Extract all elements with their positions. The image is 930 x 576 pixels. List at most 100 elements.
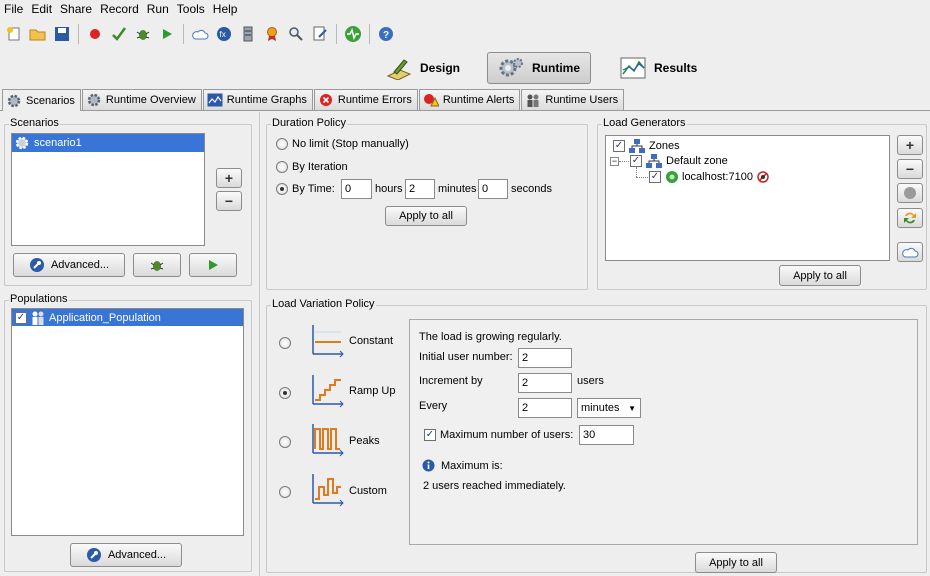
zones-checkbox[interactable]: ✓ [613, 140, 625, 152]
new-icon[interactable] [4, 24, 24, 44]
by-time-option[interactable]: By Time: [276, 183, 335, 195]
duration-apply-button[interactable]: Apply to all [385, 206, 467, 226]
refresh-icon [902, 211, 918, 225]
population-checkbox[interactable]: ✓ [15, 311, 27, 324]
max-users-checkbox[interactable]: ✓ [424, 429, 436, 441]
tab-runtime-overview[interactable]: Runtime Overview [81, 89, 202, 110]
refresh-generator-button[interactable] [897, 208, 923, 228]
max-users-input[interactable]: 30 [579, 425, 634, 445]
monitor-icon[interactable] [343, 24, 363, 44]
tab-runtime-users[interactable]: Runtime Users [521, 89, 625, 110]
scenarios-advanced-button[interactable]: Advanced... [13, 253, 125, 277]
menu-share[interactable]: Share [56, 2, 96, 16]
menu-edit[interactable]: Edit [27, 2, 56, 16]
server-icon[interactable] [238, 24, 258, 44]
hours-input[interactable]: 0 [341, 179, 372, 199]
debug-bug-icon[interactable] [133, 24, 153, 44]
list-item[interactable]: scenario1 [12, 134, 204, 152]
gear-icon [498, 55, 524, 81]
every-unit-select[interactable]: minutes ▼ [577, 398, 641, 418]
tab-runtime-alerts[interactable]: Runtime Alerts [418, 89, 521, 110]
by-time-radio[interactable] [276, 183, 288, 195]
every-input[interactable]: 2 [518, 398, 572, 418]
tree-item-localhost[interactable]: ✓ localhost:7100 [649, 170, 769, 184]
default-zone-checkbox[interactable]: ✓ [630, 155, 642, 167]
cloud-generator-button[interactable] [897, 242, 923, 262]
tree-item-default-zone[interactable]: ✓ Default zone [630, 154, 728, 168]
custom-radio[interactable] [279, 486, 291, 501]
seconds-input[interactable]: 0 [478, 179, 508, 199]
tab-runtime-errors[interactable]: Runtime Errors [313, 89, 418, 110]
tree-connector [619, 161, 629, 162]
list-item[interactable]: ✓ Application_Population [12, 309, 243, 326]
splitter[interactable] [259, 112, 260, 576]
ramp-up-radio[interactable] [279, 387, 291, 402]
scenarios-list[interactable]: scenario1 [11, 133, 205, 246]
generators-apply-button[interactable]: Apply to all [779, 265, 861, 286]
increment-unit: users [577, 375, 604, 387]
runtime-mode-button[interactable]: Runtime [487, 52, 591, 84]
menu-tools[interactable]: Tools [173, 2, 209, 16]
wrench-icon [29, 257, 45, 273]
increment-input[interactable]: 2 [518, 373, 572, 393]
populations-list[interactable]: ✓ Application_Population [11, 308, 244, 536]
search-icon[interactable] [286, 24, 306, 44]
menu-file[interactable]: File [0, 2, 27, 16]
max-users-option[interactable]: ✓ Maximum number of users: [424, 429, 573, 441]
results-mode-button[interactable]: Results [620, 52, 697, 84]
remove-generator-button[interactable]: − [897, 159, 923, 179]
debug-scenario-button[interactable] [133, 253, 181, 277]
award-icon[interactable] [262, 24, 282, 44]
tab-runtime-graphs[interactable]: Runtime Graphs [202, 89, 313, 110]
tab-label: Runtime Errors [337, 94, 412, 106]
load-variation-apply-button[interactable]: Apply to all [695, 552, 777, 573]
toolbar-separator [336, 24, 337, 44]
constant-radio[interactable] [279, 337, 291, 352]
load-generators-title: Load Generators [602, 117, 687, 129]
load-generator-icon [665, 170, 679, 184]
menu-record[interactable]: Record [96, 2, 143, 16]
every-label: Every [419, 400, 448, 412]
info-icon [422, 459, 435, 472]
by-iteration-option[interactable]: By Iteration [276, 161, 348, 173]
record-icon[interactable] [85, 24, 105, 44]
play-icon[interactable] [157, 24, 177, 44]
load-generators-tree[interactable]: ✓ Zones − ✓ Default zone ✓ localhost:710… [605, 135, 890, 261]
tab-label: Runtime Users [545, 94, 619, 106]
fx-icon[interactable]: fx [214, 24, 234, 44]
open-icon[interactable] [28, 24, 48, 44]
cloud-icon[interactable] [190, 24, 210, 44]
initial-user-input[interactable]: 2 [518, 348, 572, 368]
collapse-toggle[interactable]: − [610, 157, 619, 166]
edit-doc-icon[interactable] [310, 24, 330, 44]
no-limit-option[interactable]: No limit (Stop manually) [276, 138, 409, 150]
peaks-label: Peaks [349, 435, 380, 447]
tree-item-zones[interactable]: ✓ Zones [613, 139, 680, 153]
remove-scenario-button[interactable]: − [216, 191, 242, 211]
run-scenario-button[interactable] [189, 253, 237, 277]
graph-icon [207, 92, 223, 108]
save-icon[interactable] [52, 24, 72, 44]
localhost-checkbox[interactable]: ✓ [649, 171, 661, 183]
plus-icon: + [224, 170, 234, 186]
status-button[interactable] [897, 183, 923, 203]
tab-label: Scenarios [26, 94, 75, 107]
menu-help[interactable]: Help [209, 2, 242, 16]
by-iteration-radio[interactable] [276, 161, 288, 173]
tree-connector [636, 167, 637, 177]
add-generator-button[interactable]: + [897, 135, 923, 155]
add-scenario-button[interactable]: + [216, 168, 242, 188]
tab-scenarios[interactable]: Scenarios [2, 89, 81, 111]
check-icon[interactable] [109, 24, 129, 44]
peaks-radio[interactable] [279, 436, 291, 451]
populations-advanced-button[interactable]: Advanced... [70, 543, 182, 567]
scenario-icon [14, 135, 30, 151]
increment-label: Increment by [419, 375, 483, 387]
help-icon[interactable]: ? [376, 24, 396, 44]
no-limit-radio[interactable] [276, 138, 288, 150]
menu-run[interactable]: Run [143, 2, 173, 16]
svg-text:fx: fx [220, 30, 226, 39]
minutes-input[interactable]: 2 [405, 179, 435, 199]
design-mode-button[interactable]: Design [386, 52, 460, 84]
minus-icon: − [905, 161, 915, 177]
